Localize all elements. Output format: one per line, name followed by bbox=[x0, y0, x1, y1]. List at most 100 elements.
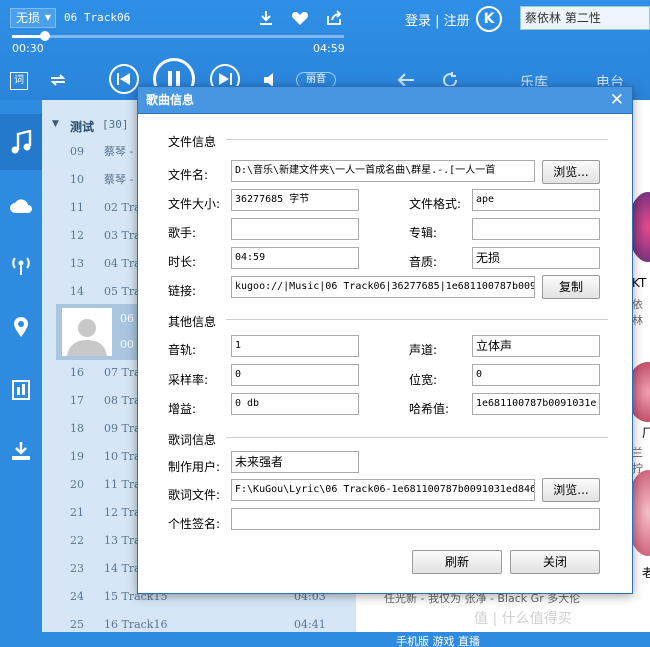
dialog-title: 歌曲信息 bbox=[146, 93, 195, 107]
track-number: 09 bbox=[70, 145, 84, 158]
lyric-file-field[interactable]: F:\KuGou\Lyric\06 Track06-1e681100787b00… bbox=[231, 479, 535, 501]
album-field[interactable] bbox=[472, 218, 600, 240]
filename-field[interactable]: D:\音乐\新建文件夹\一人一首成名曲\群星.-.[一人一首 bbox=[231, 160, 535, 182]
divider bbox=[226, 319, 608, 320]
duration-field[interactable]: 04:59 bbox=[231, 247, 359, 269]
now-playing-title: 06 Track06 bbox=[64, 11, 131, 24]
size-label: 文件大小: bbox=[168, 197, 221, 211]
heart-icon[interactable] bbox=[290, 8, 310, 28]
signature-field[interactable] bbox=[231, 508, 600, 530]
player-top-bar: 无损 ▼ 06 Track06 00:30 04:59 登录 | 注册 K 蔡依林… bbox=[0, 0, 650, 100]
track-number: 14 bbox=[70, 285, 84, 298]
duration-label: 时长: bbox=[168, 255, 197, 269]
track-number: 21 bbox=[70, 506, 84, 519]
divider bbox=[226, 437, 608, 438]
track-label: 音轨: bbox=[168, 343, 197, 357]
gain-label: 增益: bbox=[168, 402, 197, 416]
selected-track-number: 06 bbox=[120, 312, 134, 325]
library-icon[interactable] bbox=[8, 376, 34, 402]
channel-label: 声道: bbox=[409, 343, 438, 357]
section-lyric-info: 歌词信息 bbox=[168, 433, 217, 447]
filename-label: 文件名: bbox=[168, 168, 209, 182]
refresh-button[interactable]: 刷新 bbox=[412, 550, 502, 574]
album-label: 专辑: bbox=[409, 226, 438, 240]
track-number: 23 bbox=[70, 562, 84, 575]
format-field[interactable]: ape bbox=[472, 189, 600, 211]
watermark: 值 | 什么值得买 bbox=[474, 611, 572, 627]
bit-depth-field[interactable]: 0 bbox=[472, 364, 600, 386]
divider bbox=[226, 139, 608, 140]
login-register-link[interactable]: 登录 | 注册 bbox=[405, 10, 470, 29]
playlist-count: [30] bbox=[102, 118, 129, 131]
track-number: 18 bbox=[70, 422, 84, 435]
hash-field[interactable]: 1e681100787b0091031e bbox=[472, 393, 600, 415]
track-number: 24 bbox=[70, 590, 84, 603]
music-list-icon[interactable] bbox=[0, 114, 42, 170]
close-icon[interactable]: ✕ bbox=[610, 87, 624, 114]
kugou-logo-icon[interactable]: K bbox=[476, 6, 502, 32]
download-icon[interactable] bbox=[256, 8, 276, 28]
track-number: 16 bbox=[70, 366, 84, 379]
signature-label: 个性签名: bbox=[168, 517, 221, 531]
left-sidebar bbox=[0, 100, 42, 647]
song-info-dialog: 歌曲信息 ✕ 文件信息 文件名: D:\音乐\新建文件夹\一人一首成名曲\群星.… bbox=[137, 86, 633, 594]
share-icon[interactable] bbox=[324, 8, 344, 28]
selected-track-duration: 00 bbox=[120, 338, 134, 351]
quality-select[interactable]: 无损 ▼ bbox=[10, 8, 56, 28]
location-pin-icon[interactable] bbox=[8, 314, 34, 340]
side-text-5: 老 bbox=[642, 566, 650, 580]
track-number: 17 bbox=[70, 394, 84, 407]
cloud-icon[interactable] bbox=[8, 192, 34, 218]
progress-knob[interactable] bbox=[40, 31, 51, 41]
progress-bar[interactable] bbox=[12, 31, 344, 41]
section-file-info: 文件信息 bbox=[168, 135, 217, 149]
bit-depth-label: 位宽: bbox=[409, 373, 438, 387]
previous-button[interactable] bbox=[109, 64, 139, 94]
track-number: 12 bbox=[70, 229, 84, 242]
quality-label: 音质: bbox=[409, 255, 438, 269]
link-field[interactable]: kugoo://|Music|06 Track06|36277685|1e681… bbox=[231, 276, 535, 298]
channel-field[interactable]: 立体声 bbox=[472, 335, 600, 357]
singer-label: 歌手: bbox=[168, 226, 197, 240]
track-number: 10 bbox=[70, 173, 84, 186]
track-number: 11 bbox=[70, 201, 84, 214]
track-field[interactable]: 1 bbox=[231, 335, 359, 357]
track-number: 13 bbox=[70, 257, 84, 270]
quality-value: 无损 bbox=[16, 11, 41, 25]
browse-file-button[interactable]: 浏览... bbox=[542, 160, 600, 184]
sample-rate-label: 采样率: bbox=[168, 373, 209, 387]
singer-field[interactable] bbox=[231, 218, 359, 240]
copy-button[interactable]: 复制 bbox=[542, 275, 600, 299]
quality-field[interactable]: 无损 bbox=[472, 247, 600, 269]
time-total: 04:59 bbox=[313, 42, 345, 55]
chevron-down-icon: ▼ bbox=[44, 13, 51, 22]
track-number: 20 bbox=[70, 478, 84, 491]
collapse-triangle-icon[interactable]: ▼ bbox=[52, 119, 59, 129]
radio-signal-icon[interactable] bbox=[8, 252, 34, 278]
search-input[interactable]: 蔡依林 第二性 bbox=[520, 6, 650, 30]
lyric-toggle-button[interactable]: 词 bbox=[10, 72, 28, 90]
side-text-3: 厂 bbox=[642, 426, 650, 440]
sample-rate-field[interactable]: 0 bbox=[231, 364, 359, 386]
playlist-name: 测试 bbox=[70, 120, 95, 134]
lyric-file-label: 歌词文件: bbox=[168, 488, 221, 502]
side-text-2: 依林 bbox=[632, 298, 643, 327]
size-field[interactable]: 36277685 字节 bbox=[231, 189, 359, 211]
time-current: 00:30 bbox=[12, 42, 44, 55]
bottom-bar-links[interactable]: 手机版 游戏 直播 bbox=[396, 633, 480, 647]
repeat-icon[interactable] bbox=[48, 70, 68, 90]
side-text-1: KT bbox=[632, 276, 647, 290]
gain-field[interactable]: 0 db bbox=[231, 393, 359, 415]
download-manager-icon[interactable] bbox=[8, 438, 34, 464]
close-button[interactable]: 关闭 bbox=[510, 550, 600, 574]
playlist-bottom-toolbar bbox=[42, 632, 356, 647]
browse-lyric-button[interactable]: 浏览... bbox=[542, 478, 600, 502]
track-number: 22 bbox=[70, 534, 84, 547]
lyric-maker-field[interactable]: 未来强者 bbox=[231, 451, 359, 473]
bottom-bar: 手机版 游戏 直播 bbox=[356, 632, 650, 647]
section-other-info: 其他信息 bbox=[168, 315, 217, 329]
lyric-maker-label: 制作用户: bbox=[168, 460, 221, 474]
artist-avatar bbox=[62, 308, 112, 356]
track-number: 19 bbox=[70, 450, 84, 463]
link-label: 链接: bbox=[168, 284, 197, 298]
